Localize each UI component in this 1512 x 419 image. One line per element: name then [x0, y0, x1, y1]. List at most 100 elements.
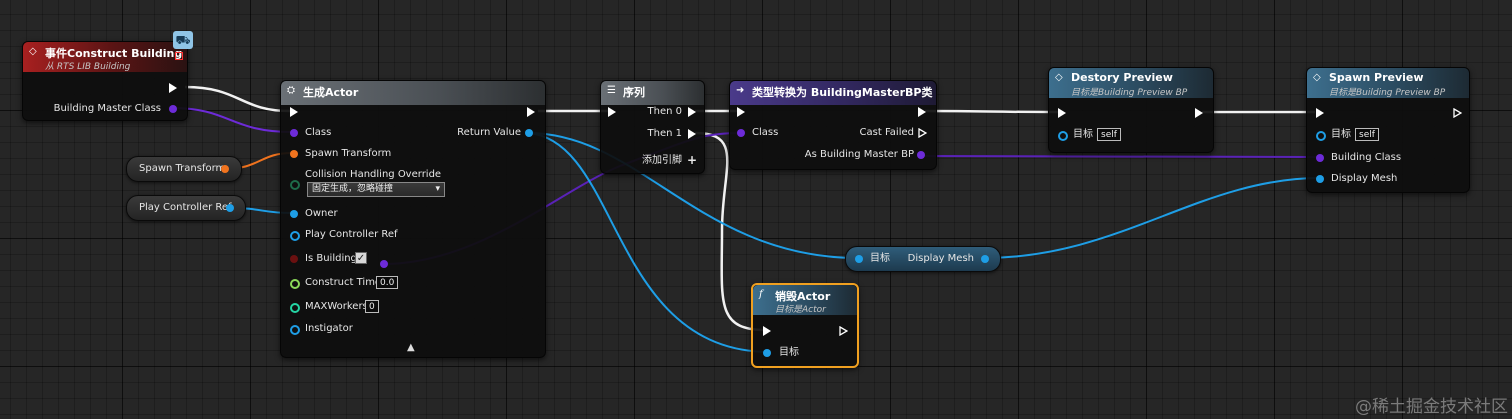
spawn-preview-target-label: 目标: [1331, 129, 1351, 140]
as-building-master-bp-label: As Building Master BP: [804, 149, 914, 160]
destory-preview-self-field[interactable]: self: [1097, 128, 1121, 141]
construct-time-pin[interactable]: [290, 279, 300, 289]
chevron-down-icon: ▾: [435, 184, 440, 194]
cast-failed-pin[interactable]: [918, 128, 927, 138]
event-node-header[interactable]: ◇ 事件Construct Building 从 RTS LIB Buildin…: [23, 42, 187, 72]
destroy-actor-exec-out-pin[interactable]: [839, 326, 848, 336]
spawn-transform-label: Spawn Transform: [305, 148, 392, 159]
spawn-preview-self-field[interactable]: self: [1355, 128, 1379, 141]
event-diamond-icon: ◇: [29, 46, 37, 57]
get-display-mesh-output-label: Display Mesh: [907, 253, 974, 264]
destroy-actor-exec-in-pin[interactable]: [763, 326, 771, 336]
spawn-transform-var-pin[interactable]: [221, 165, 229, 173]
error-indicator-icon: [175, 52, 183, 60]
spawn-actor-title: 生成Actor: [303, 86, 359, 99]
destory-preview-exec-in-pin[interactable]: [1058, 108, 1066, 118]
collision-handling-value: 固定生成，忽略碰撞: [312, 184, 394, 194]
replication-icon: ⛟: [173, 31, 193, 49]
destory-preview-target-label: 目标: [1073, 129, 1093, 140]
object-wire: [983, 177, 1321, 259]
is-building-checkbox[interactable]: ✓: [355, 252, 367, 264]
destroy-actor-subtitle: 目标是Actor: [775, 305, 826, 315]
cast-class-label: Class: [752, 127, 779, 138]
is-building-pin[interactable]: [290, 255, 298, 263]
destory-preview-subtitle: 目标是Building Preview BP: [1071, 88, 1188, 98]
spawn-preview-exec-out-pin[interactable]: [1453, 108, 1462, 118]
class-wire: [919, 155, 1319, 158]
collision-handling-label: Collision Handling Override: [305, 169, 442, 180]
cast-exec-in-pin[interactable]: [737, 107, 745, 117]
cast-failed-label: Cast Failed: [859, 127, 914, 138]
spawn-transform-var-label: Spawn Transform: [139, 163, 226, 174]
then0-pin[interactable]: [688, 107, 696, 117]
spawn-actor-node[interactable]: ⛭ 生成Actor Class Return Value Spawn Trans…: [280, 80, 546, 358]
building-class-pin[interactable]: [1316, 154, 1324, 162]
max-workers-pin[interactable]: [290, 303, 300, 313]
sequence-icon: ☰: [607, 85, 616, 96]
get-display-mesh-output-pin[interactable]: [981, 255, 989, 263]
collision-handling-pin[interactable]: [290, 180, 300, 190]
max-workers-input[interactable]: 0: [365, 300, 379, 313]
collision-handling-dropdown[interactable]: 固定生成，忽略碰撞 ▾: [307, 182, 445, 197]
event-exec-out-pin[interactable]: [169, 83, 177, 93]
spawn-preview-header[interactable]: ◇ Spawn Preview 目标是Building Preview BP: [1307, 68, 1469, 98]
spawn-transform-variable-node[interactable]: Spawn Transform: [126, 156, 242, 182]
building-master-class-label: Building Master Class: [53, 103, 161, 114]
play-controller-ref-variable-node[interactable]: Play Controller Ref: [126, 195, 246, 221]
instigator-pin[interactable]: [290, 325, 300, 335]
get-display-mesh-node[interactable]: 目标 Display Mesh: [845, 246, 1001, 272]
get-display-mesh-target-pin[interactable]: [855, 255, 863, 263]
cast-class-pin[interactable]: [737, 129, 745, 137]
cast-to-buildingmasterbp-node[interactable]: ➜ 类型转换为 BuildingMasterBP类 Class Cast Fai…: [729, 80, 937, 170]
destory-preview-target-pin[interactable]: [1058, 131, 1068, 141]
destory-preview-node[interactable]: ◇ Destory Preview 目标是Building Preview BP…: [1048, 67, 1214, 153]
construct-time-input[interactable]: 0.0: [376, 276, 399, 289]
add-pin-plus-icon[interactable]: +: [687, 153, 697, 167]
return-value-pin[interactable]: [525, 129, 533, 137]
return-value-label: Return Value: [457, 127, 521, 138]
add-pin-label[interactable]: 添加引脚: [642, 155, 682, 167]
spawn-actor-exec-out-pin[interactable]: [527, 107, 535, 117]
spawn-preview-exec-in-pin[interactable]: [1316, 108, 1324, 118]
spawn-preview-title: Spawn Preview: [1329, 71, 1424, 84]
display-mesh-in-label: Display Mesh: [1331, 173, 1398, 184]
building-class-label: Building Class: [1331, 152, 1402, 163]
as-building-master-bp-pin[interactable]: [917, 151, 925, 159]
play-controller-ref-pin[interactable]: [290, 231, 300, 241]
then1-pin[interactable]: [688, 129, 696, 139]
sequence-node[interactable]: ☰ 序列 Then 0 Then 1 添加引脚 +: [600, 80, 705, 174]
event-construct-building-node[interactable]: ◇ 事件Construct Building 从 RTS LIB Buildin…: [22, 41, 188, 121]
owner-pin[interactable]: [290, 210, 298, 218]
destory-preview-exec-out-pin[interactable]: [1195, 108, 1203, 118]
destory-preview-title: Destory Preview: [1071, 71, 1173, 84]
function-icon: ◇: [1313, 72, 1321, 83]
spawn-actor-class-label: Class: [305, 127, 332, 138]
class-wire: [171, 107, 293, 133]
display-mesh-in-pin[interactable]: [1316, 175, 1324, 183]
destroy-actor-node[interactable]: f 销毁Actor 目标是Actor 目标: [751, 283, 859, 368]
destroy-actor-header[interactable]: f 销毁Actor 目标是Actor: [753, 285, 857, 315]
spawn-transform-pin[interactable]: [290, 150, 298, 158]
spawn-actor-icon: ⛭: [287, 85, 295, 96]
exec-wire: [924, 109, 1059, 114]
collapse-advanced-arrow-icon[interactable]: ▲: [407, 342, 415, 353]
cast-header[interactable]: ➜ 类型转换为 BuildingMasterBP类: [730, 81, 936, 105]
play-controller-var-pin[interactable]: [226, 204, 234, 212]
building-master-class-pin[interactable]: [169, 105, 177, 113]
play-controller-ref-label: Play Controller Ref: [305, 229, 398, 240]
cast-arrow-icon: ➜: [736, 85, 745, 96]
sequence-exec-in-pin[interactable]: [608, 107, 616, 117]
spawn-actor-header[interactable]: ⛭ 生成Actor: [281, 81, 545, 105]
spawn-preview-node[interactable]: ◇ Spawn Preview 目标是Building Preview BP 目…: [1306, 67, 1470, 193]
is-building-reroute-pin[interactable]: [380, 260, 388, 268]
cast-exec-out-pin[interactable]: [918, 107, 926, 117]
spawn-preview-target-pin[interactable]: [1316, 131, 1326, 141]
spawn-actor-exec-in-pin[interactable]: [290, 107, 298, 117]
cast-title: 类型转换为 BuildingMasterBP类: [752, 86, 933, 99]
then1-label: Then 1: [647, 128, 682, 139]
spawn-actor-class-pin[interactable]: [290, 129, 298, 137]
owner-label: Owner: [305, 208, 338, 219]
sequence-header[interactable]: ☰ 序列: [601, 81, 704, 105]
destroy-actor-target-pin[interactable]: [763, 349, 771, 357]
destory-preview-header[interactable]: ◇ Destory Preview 目标是Building Preview BP: [1049, 68, 1213, 98]
